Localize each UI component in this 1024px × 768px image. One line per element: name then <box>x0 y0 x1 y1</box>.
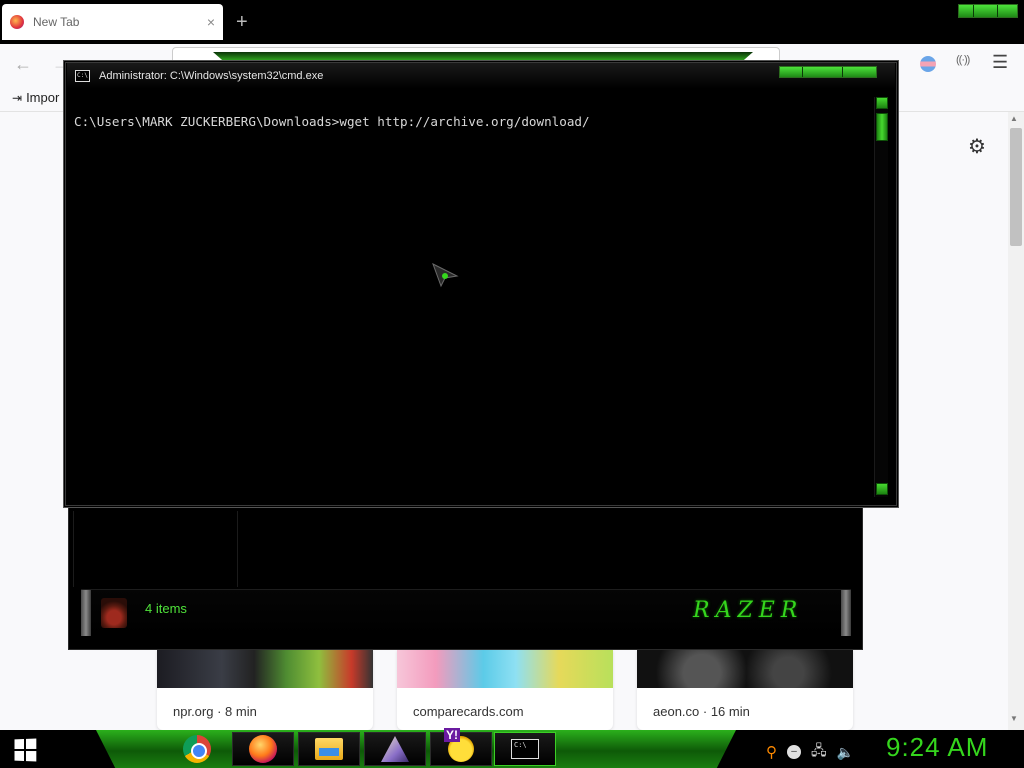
window-title: Administrator: C:\Windows\system32\cmd.e… <box>99 70 324 82</box>
story-card[interactable]: aeon.co · 16 min <box>637 650 853 730</box>
network-icon[interactable]: 🖧 <box>811 740 827 764</box>
scroll-up-button[interactable] <box>876 97 888 109</box>
import-icon: ⇥ <box>12 90 23 105</box>
close-tab-icon[interactable]: × <box>207 14 215 30</box>
terminal-scrollbar[interactable] <box>874 97 888 497</box>
account-icon[interactable] <box>920 56 936 72</box>
new-tab-button[interactable]: + <box>236 9 248 35</box>
story-thumbnail <box>637 650 853 688</box>
story-thumbnail <box>157 650 373 688</box>
taskbar-yahoo-messenger[interactable] <box>430 728 492 766</box>
windows-start-icon[interactable] <box>14 738 37 762</box>
statusbar-cap <box>841 590 851 636</box>
chrome-icon <box>183 735 211 763</box>
taskbar-chrome[interactable] <box>166 732 228 766</box>
taskbar-file-explorer[interactable] <box>298 732 360 766</box>
volume-icon[interactable]: 🔈 <box>837 744 854 761</box>
window-controls[interactable] <box>779 66 877 78</box>
taskbar-firefox[interactable] <box>232 732 294 766</box>
taskbar-clock[interactable]: 9:24 AM <box>886 732 988 763</box>
story-card[interactable]: npr.org · 8 min <box>157 650 373 730</box>
taskbar-app[interactable] <box>364 732 426 766</box>
scroll-up-icon[interactable]: ▲ <box>1010 114 1018 123</box>
scrollbar-thumb[interactable] <box>876 113 888 141</box>
taskbar: C:\ ⚲ – 🖧 🔈 9:24 AM <box>0 728 1024 768</box>
import-bookmarks-button[interactable]: ⇥ Impor <box>12 90 59 105</box>
story-thumbnail <box>397 650 613 688</box>
cmd-window[interactable]: C:\ Administrator: C:\Windows\system32\c… <box>63 52 899 508</box>
back-arrow-icon[interactable]: ← <box>14 54 32 75</box>
system-tray: ⚲ – 🖧 🔈 <box>766 740 854 764</box>
search-icon[interactable]: ⚲ <box>766 743 777 761</box>
file-explorer-icon <box>315 738 343 760</box>
tab-new-tab[interactable]: New Tab × <box>2 4 223 40</box>
firefox-icon <box>249 735 277 763</box>
tab-strip: New Tab × + <box>0 0 1024 44</box>
window-controls[interactable] <box>958 4 1018 18</box>
hamburger-menu-icon[interactable]: ☰ <box>992 52 1008 73</box>
firefox-icon <box>10 15 24 29</box>
scroll-down-button[interactable] <box>876 483 888 495</box>
yahoo-messenger-icon <box>444 728 474 762</box>
story-source: comparecards.com <box>413 704 524 719</box>
statusbar-cap <box>81 590 91 636</box>
cast-icon[interactable]: ((·)) <box>956 54 970 66</box>
terminal-command-line[interactable]: C:\Users\MARK ZUCKERBERG\Downloads>wget … <box>74 114 590 129</box>
story-card[interactable]: comparecards.com <box>397 650 613 730</box>
cmd-titlebar[interactable]: C:\ Administrator: C:\Windows\system32\c… <box>67 63 895 89</box>
story-source: aeon.co · 16 min <box>653 704 750 719</box>
scroll-down-icon[interactable]: ▼ <box>1010 714 1018 723</box>
tab-title: New Tab <box>33 15 80 29</box>
cmd-icon: C:\ <box>511 739 539 759</box>
import-label: Impor <box>26 90 60 105</box>
stop-icon[interactable]: – <box>787 745 801 759</box>
story-source: npr.org · 8 min <box>173 704 257 719</box>
razer-logo: RAZER <box>693 598 804 623</box>
folder-icon <box>101 598 127 628</box>
app-icon <box>381 736 409 762</box>
cmd-icon: C:\ <box>75 70 90 82</box>
file-explorer-window: 4 items RAZER <box>68 496 863 650</box>
pane-divider <box>73 511 74 587</box>
status-bar: 4 items RAZER <box>81 589 851 636</box>
gear-icon[interactable]: ⚙ <box>968 134 986 159</box>
taskbar-cmd[interactable]: C:\ <box>494 732 556 766</box>
scrollbar-thumb[interactable] <box>1010 128 1022 246</box>
items-count: 4 items <box>145 601 187 616</box>
pane-divider <box>237 511 238 587</box>
